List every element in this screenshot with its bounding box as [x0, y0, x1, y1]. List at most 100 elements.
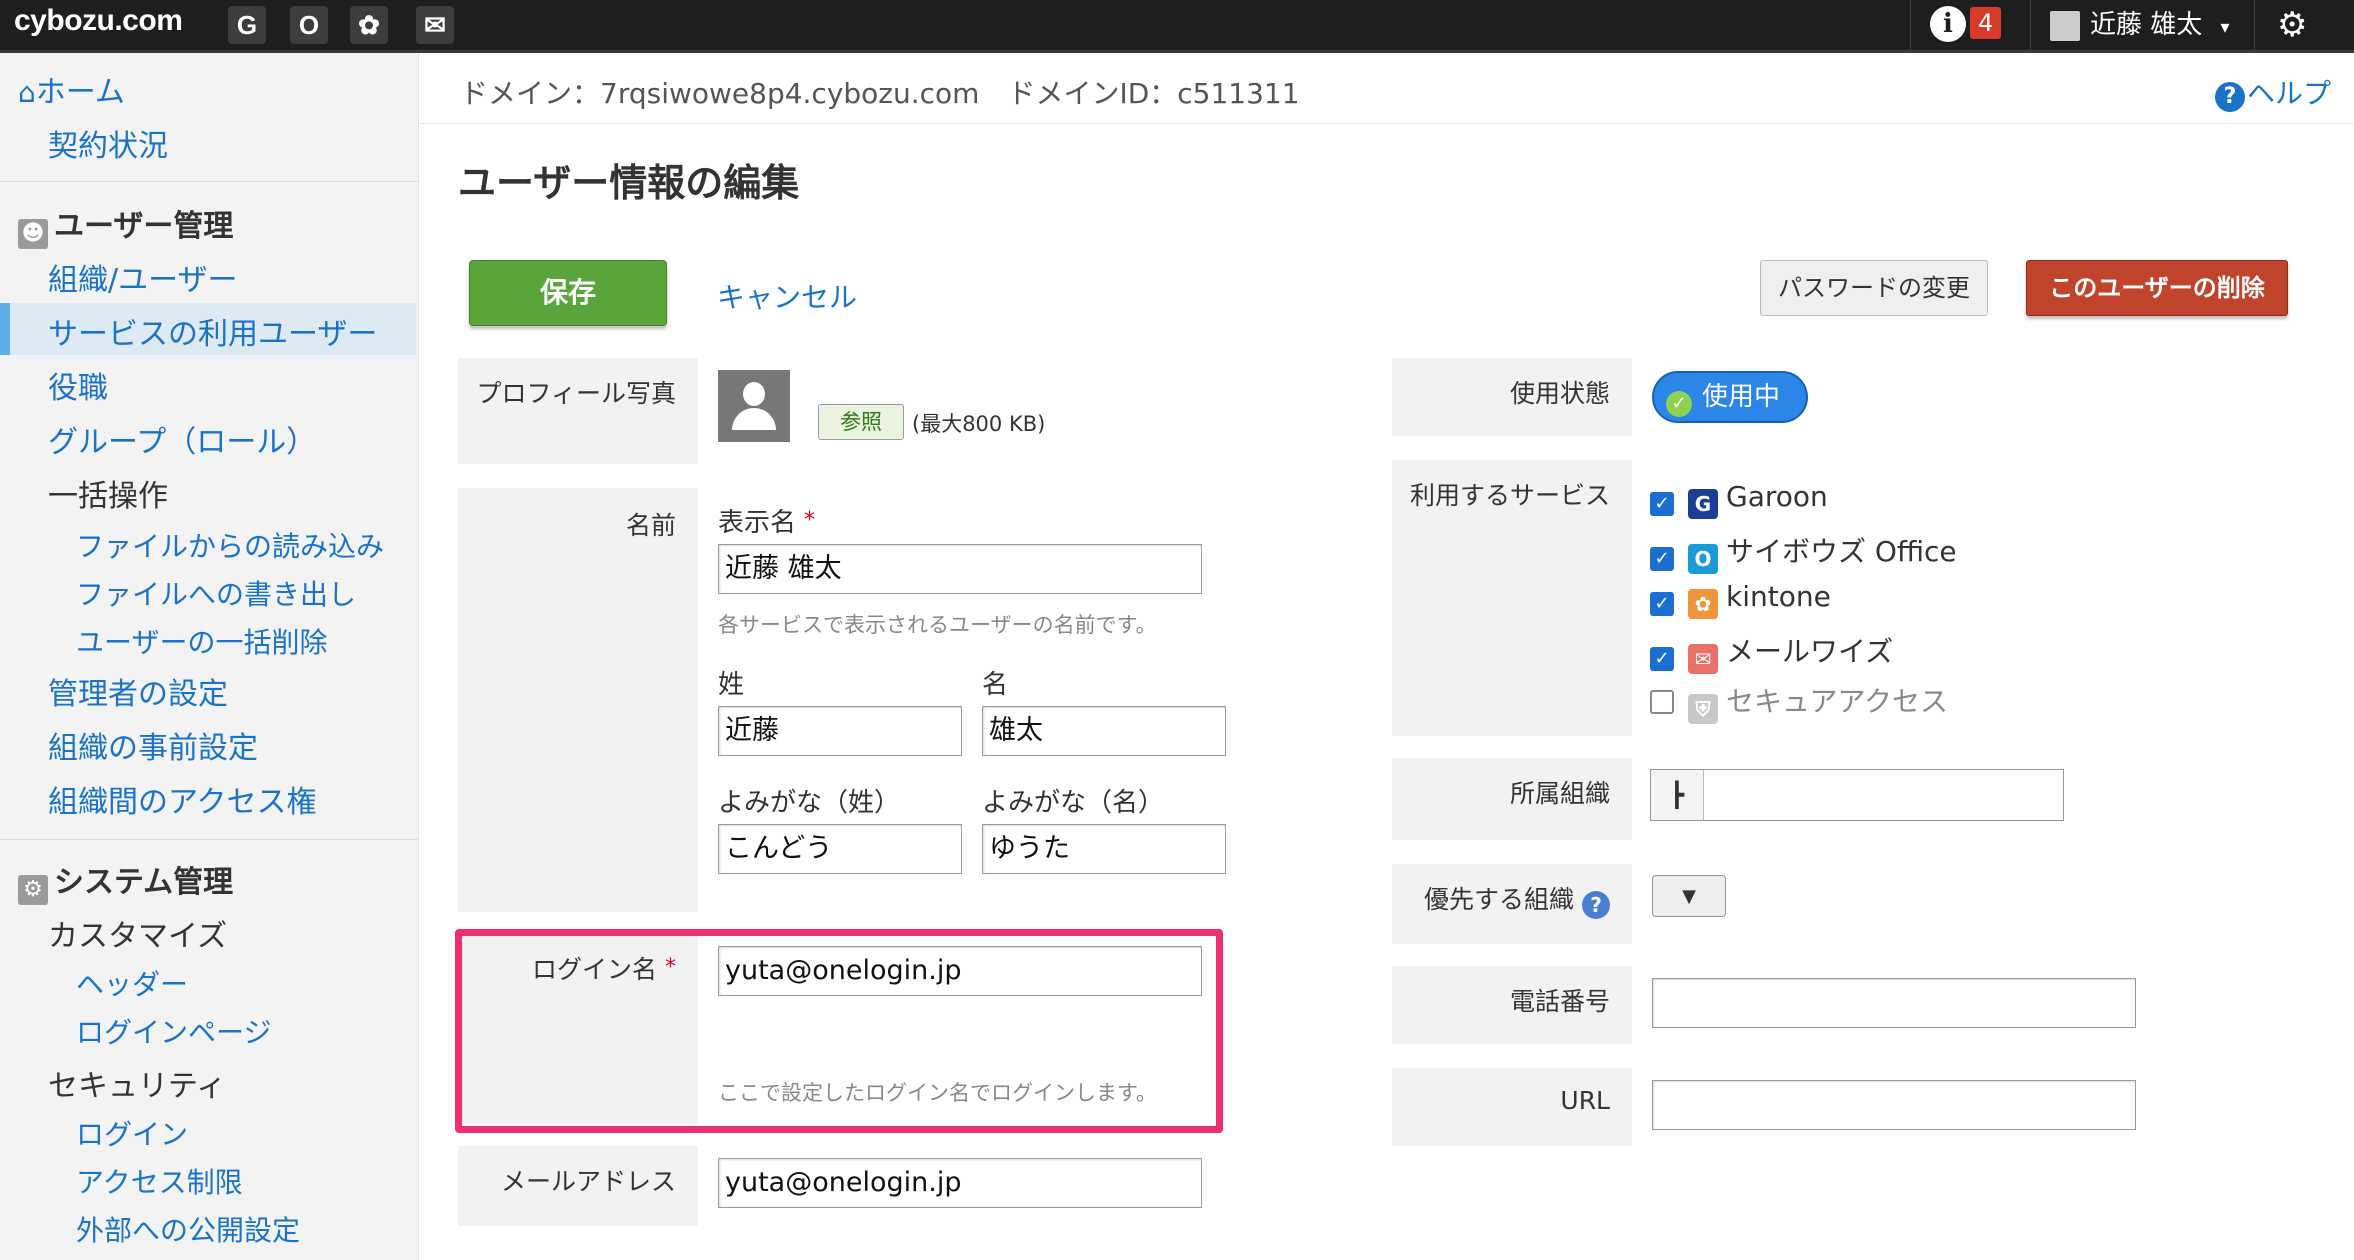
help-link[interactable]: ? ヘルプ [2215, 72, 2331, 112]
login-name-highlight [455, 929, 1223, 1133]
sidebar-item-public-settings[interactable]: 外部への公開設定 [76, 1209, 300, 1249]
last-kana-label: よみがな（姓） [718, 788, 901, 818]
topbar-divider [1910, 0, 1911, 50]
first-kana-label: よみがな（名） [982, 788, 1165, 818]
sidebar-item-admins[interactable]: 管理者の設定 [48, 669, 228, 713]
sidebar-item-access-limit[interactable]: アクセス制限 [76, 1161, 243, 1201]
sidebar-item-roles-title[interactable]: 役職 [48, 363, 108, 407]
user-menu[interactable]: 近藤 雄太 ▾ [2050, 5, 2230, 48]
sidebar-item-org-access[interactable]: 組織間のアクセス権 [48, 777, 317, 821]
sidebar-divider [0, 181, 418, 182]
status-badge[interactable]: ✓ 使用中 [1652, 371, 1808, 423]
profile-photo-label: プロフィール写真 [458, 358, 698, 464]
last-kana-field[interactable]: こんどう [718, 824, 962, 874]
sidebar-item-contract[interactable]: 契約状況 [48, 121, 168, 165]
sidebar-item-bulk-ops: 一括操作 [48, 479, 168, 514]
url-label: URL [1392, 1068, 1632, 1146]
checkbox-checked-icon[interactable]: ✓ [1650, 492, 1674, 516]
checkbox-checked-icon[interactable]: ✓ [1650, 547, 1674, 571]
avatar [2050, 10, 2080, 41]
header-divider [420, 123, 2354, 124]
sidebar-item-groups[interactable]: グループ（ロール） [48, 417, 316, 461]
cybozu-logo[interactable]: cybozu.com [14, 4, 183, 38]
name-label: 名前 [458, 488, 698, 912]
check-icon: ✓ [1666, 391, 1692, 417]
last-name-label: 姓 [718, 670, 745, 700]
service-mailwise[interactable]: ✓ ✉ メールワイズ [1650, 630, 1893, 674]
gear-icon: ⚙ [18, 875, 48, 905]
home-icon: ⌂ [18, 76, 36, 109]
topbar-divider [2030, 0, 2031, 50]
services-label: 利用するサービス [1392, 460, 1632, 736]
org-label: 所属組織 [1392, 758, 1632, 840]
sidebar-item-login-page[interactable]: ログインページ [76, 1011, 271, 1051]
chevron-down-icon: ▾ [2220, 17, 2230, 38]
service-garoon[interactable]: ✓ G Garoon [1650, 480, 1828, 519]
url-field[interactable] [1652, 1080, 2136, 1130]
domain-info: ドメイン：7rqsiwowe8p4.cybozu.com ドメインID：c511… [460, 77, 1300, 110]
page-title: ユーザー情報の編集 [458, 161, 800, 205]
sidebar-item-import[interactable]: ファイルからの読み込み [76, 525, 384, 565]
sidebar-item-service-users[interactable]: サービスの利用ユーザー [48, 309, 377, 353]
first-name-label: 名 [982, 670, 1009, 700]
help-icon[interactable]: ? [1582, 891, 1610, 919]
email-label: メールアドレス [458, 1146, 698, 1226]
profile-photo [718, 370, 790, 442]
checkbox-checked-icon[interactable]: ✓ [1650, 647, 1674, 671]
change-password-button[interactable]: パスワードの変更 [1760, 260, 1988, 316]
sidebar-item-customize: カスタマイズ [48, 919, 228, 954]
checkbox-unchecked-icon[interactable] [1650, 690, 1674, 714]
kintone-app-icon[interactable]: ✿ [350, 6, 388, 44]
max-size-note: (最大800 KB) [912, 412, 1046, 436]
save-button[interactable]: 保存 [469, 260, 667, 326]
service-kintone[interactable]: ✓ ✿ kintone [1650, 580, 1831, 619]
sidebar-heading-user-management: ☻ ユーザー管理 [18, 201, 233, 249]
priority-org-dropdown[interactable]: ▼ [1652, 875, 1726, 917]
sidebar-item-login[interactable]: ログイン [76, 1113, 188, 1153]
display-name-field[interactable]: 近藤 雄太 [718, 544, 1202, 594]
status-label: 使用状態 [1392, 358, 1632, 436]
sidebar-item-export[interactable]: ファイルへの書き出し [76, 573, 356, 613]
priority-org-label: 優先する組織? [1392, 864, 1632, 944]
garoon-app-icon[interactable]: G [228, 6, 266, 44]
sidebar-heading-system: ⚙ システム管理 [18, 857, 233, 905]
last-name-field[interactable]: 近藤 [718, 706, 962, 756]
info-icon[interactable]: i [1930, 6, 1966, 42]
phone-field[interactable] [1652, 978, 2136, 1028]
shield-icon: ⛨ [1688, 694, 1718, 724]
help-icon: ? [2215, 82, 2245, 112]
checkbox-checked-icon[interactable]: ✓ [1650, 592, 1674, 616]
topbar-divider [2254, 0, 2255, 50]
sidebar-item-home[interactable]: ⌂ホーム [18, 67, 125, 111]
sidebar-item-bulk-delete[interactable]: ユーザーの一括削除 [76, 621, 327, 661]
user-name: 近藤 雄太 [2090, 10, 2203, 40]
office-app-icon[interactable]: O [290, 6, 328, 44]
top-bar: cybozu.com G O ✿ ✉ i 4 近藤 雄太 ▾ ⚙ [0, 0, 2354, 53]
cancel-link[interactable]: キャンセル [717, 276, 857, 316]
delete-user-button[interactable]: このユーザーの削除 [2026, 260, 2288, 316]
email-field[interactable]: yuta@onelogin.jp [718, 1158, 1202, 1208]
sidebar-item-org-presets[interactable]: 組織の事前設定 [48, 723, 258, 767]
sidebar-item-org-users[interactable]: 組織/ユーザー [48, 255, 238, 299]
gear-icon[interactable]: ⚙ [2277, 5, 2307, 45]
sidebar-divider [0, 839, 418, 840]
first-kana-field[interactable]: ゆうた [982, 824, 1226, 874]
service-office[interactable]: ✓ O サイボウズ Office [1650, 530, 1957, 574]
browse-button[interactable]: 参照 [818, 404, 904, 440]
user-icon: ☻ [18, 219, 48, 249]
sidebar-item-header[interactable]: ヘッダー [76, 963, 188, 1003]
display-name-hint: 各サービスで表示されるユーザーの名前です。 [718, 613, 1157, 637]
service-secure-access[interactable]: ⛨ セキュアアクセス [1650, 680, 1948, 724]
kintone-icon: ✿ [1688, 589, 1718, 619]
mail-icon: ✉ [1688, 644, 1718, 674]
mailwise-app-icon[interactable]: ✉ [416, 6, 454, 44]
garoon-icon: G [1688, 489, 1718, 519]
phone-label: 電話番号 [1392, 966, 1632, 1044]
display-name-label: 表示名 * [718, 508, 816, 538]
first-name-field[interactable]: 雄太 [982, 706, 1226, 756]
org-field[interactable]: ┣ [1650, 769, 2064, 821]
org-tree-icon[interactable]: ┣ [1651, 770, 1704, 820]
notification-badge[interactable]: 4 [1970, 7, 2002, 39]
sidebar: ⌂ホーム 契約状況 ☻ ユーザー管理 組織/ユーザー サービスの利用ユーザー 役職… [0, 53, 419, 1260]
sidebar-item-security: セキュリティ [48, 1069, 227, 1104]
